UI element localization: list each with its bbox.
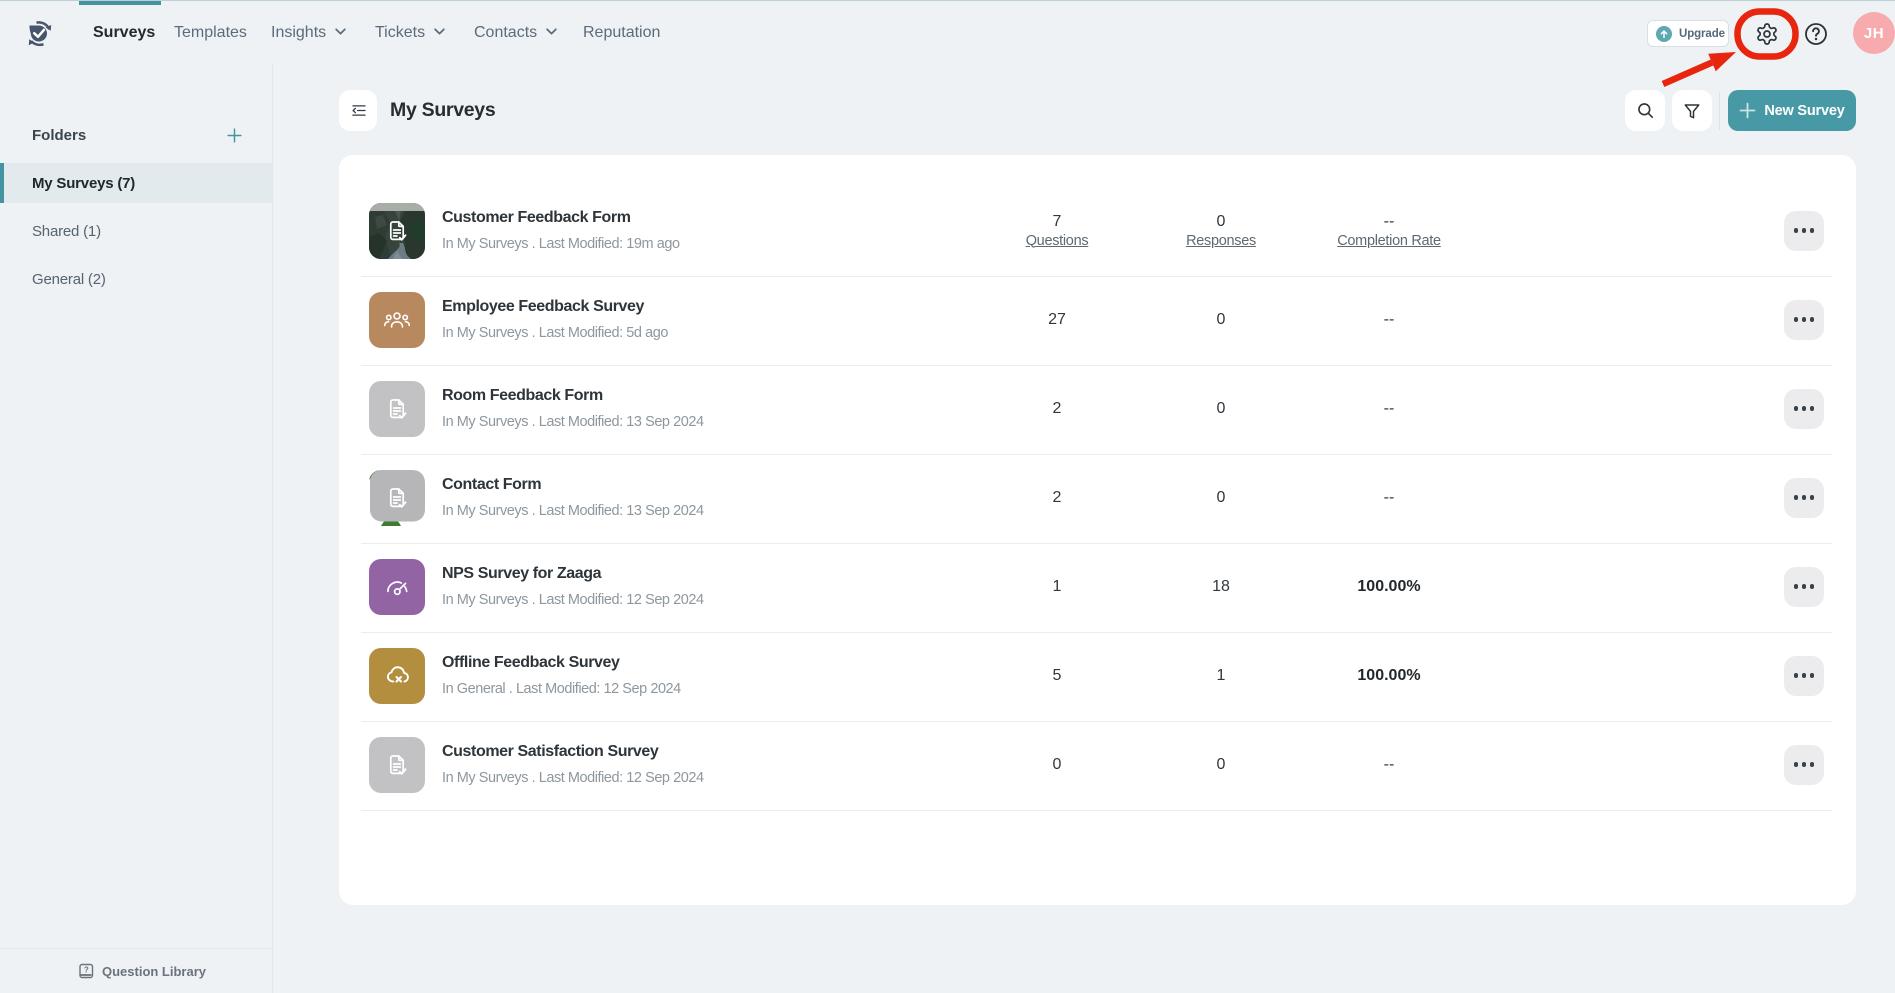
- svg-text:?: ?: [84, 965, 89, 974]
